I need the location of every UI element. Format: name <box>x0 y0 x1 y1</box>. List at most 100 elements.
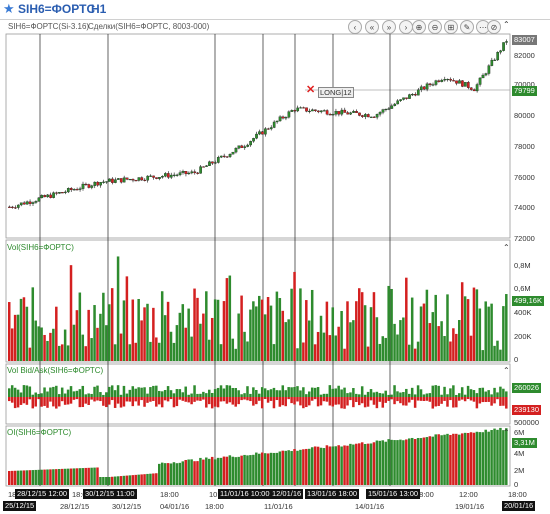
volume-bar <box>296 348 299 361</box>
oi-bar <box>237 456 240 485</box>
volume-bar <box>246 341 249 361</box>
volume-bar <box>237 313 240 361</box>
oi-bar <box>481 432 485 485</box>
volume-bar <box>437 326 440 361</box>
bid-bar <box>296 386 299 397</box>
volume-bar <box>84 346 87 361</box>
bid-bar <box>405 388 408 397</box>
ask-bar <box>422 397 426 402</box>
oi-bar <box>490 430 493 485</box>
ask-bar <box>190 397 193 405</box>
candle-body <box>225 156 229 158</box>
oi-bar <box>272 452 276 485</box>
expand-price-icon[interactable]: ⌃ <box>503 20 510 29</box>
volume-bar <box>428 323 432 361</box>
volume-bar <box>219 344 223 361</box>
oi-bar <box>422 437 426 485</box>
volume-bar <box>149 341 152 361</box>
x-tick: 14/01/16 <box>355 502 385 511</box>
oi-bar <box>252 454 255 485</box>
position-label[interactable]: LONG|12 <box>318 87 354 98</box>
ask-bar <box>237 397 240 405</box>
volume-bar <box>475 289 479 361</box>
expand-oi-icon[interactable]: ⌃ <box>503 428 510 437</box>
volume-bar <box>202 313 205 361</box>
volume-bar <box>340 311 343 361</box>
volume-bar <box>28 347 32 361</box>
ask-bar <box>381 397 385 408</box>
volume-bar <box>284 322 287 361</box>
volume-bar <box>458 320 461 361</box>
volume-bar <box>99 313 102 361</box>
chart-canvas[interactable] <box>0 0 550 514</box>
vol-tick: 400K <box>514 308 532 317</box>
volume-bar <box>93 305 96 361</box>
ask-bar <box>281 397 285 406</box>
ask-bar <box>499 397 502 406</box>
bid-bar <box>193 385 196 397</box>
oi-bar <box>199 457 202 485</box>
oi-bar <box>128 475 132 485</box>
close-position-icon[interactable]: ✕ <box>306 84 315 96</box>
bid-bar <box>243 393 246 397</box>
expand-vol-icon[interactable]: ⌃ <box>503 243 510 252</box>
ask-bar <box>484 397 487 403</box>
candle-body <box>364 114 367 117</box>
oi-bar <box>328 446 332 485</box>
candle-body <box>458 80 461 84</box>
bid-bar <box>334 388 337 397</box>
price-top-tag: 83007 <box>512 35 537 45</box>
volume-bar <box>355 301 358 361</box>
volume-bar <box>375 317 379 361</box>
candle-body <box>228 154 232 157</box>
oi-bar <box>228 455 232 485</box>
volume-bar <box>443 336 446 361</box>
oi-bar <box>178 462 182 485</box>
bid-bar <box>410 387 414 397</box>
bid-bar <box>372 392 376 397</box>
ask-bar <box>496 397 499 400</box>
ask-bar <box>178 397 182 400</box>
candle-body <box>78 188 82 190</box>
bid-bar <box>46 391 49 397</box>
ask-bar <box>478 397 482 404</box>
volume-bar <box>416 341 420 361</box>
volume-bar <box>169 331 173 361</box>
candle-body <box>61 192 64 194</box>
candle-body <box>8 206 11 208</box>
bid-bar <box>202 391 205 397</box>
bid-bar <box>125 393 129 397</box>
bid-bar <box>478 387 482 397</box>
volume-bar <box>484 301 487 361</box>
volume-bar <box>363 305 367 361</box>
bid-bar <box>269 389 273 397</box>
oi-bar <box>302 449 305 485</box>
volume-bar <box>331 307 335 361</box>
x-tick: 30/12/15 <box>112 502 142 511</box>
ask-bar <box>199 397 202 401</box>
bid-bar <box>155 385 158 397</box>
volume-bar <box>31 287 35 361</box>
oi-bar <box>102 477 105 485</box>
candle-body <box>449 78 452 81</box>
candle-body <box>222 155 226 157</box>
volume-bar <box>472 287 476 361</box>
bid-bar <box>299 390 302 397</box>
volume-bar <box>137 298 140 361</box>
candle-body <box>352 111 355 113</box>
candle-body <box>337 111 341 115</box>
bid-bar <box>40 393 43 397</box>
candle-body <box>346 112 350 115</box>
candle-body <box>469 87 473 90</box>
ask-bar <box>493 397 496 404</box>
candle-body <box>305 107 308 112</box>
candle-body <box>31 202 35 204</box>
oi-bar <box>205 457 208 485</box>
ask-bar <box>158 397 161 405</box>
candle-body <box>299 107 302 109</box>
expand-bidask-icon[interactable]: ⌃ <box>503 366 510 375</box>
oi-tick: 2M <box>514 466 525 475</box>
candle-body <box>437 80 441 82</box>
oi-bar <box>187 459 190 485</box>
volume-bar <box>313 344 317 361</box>
